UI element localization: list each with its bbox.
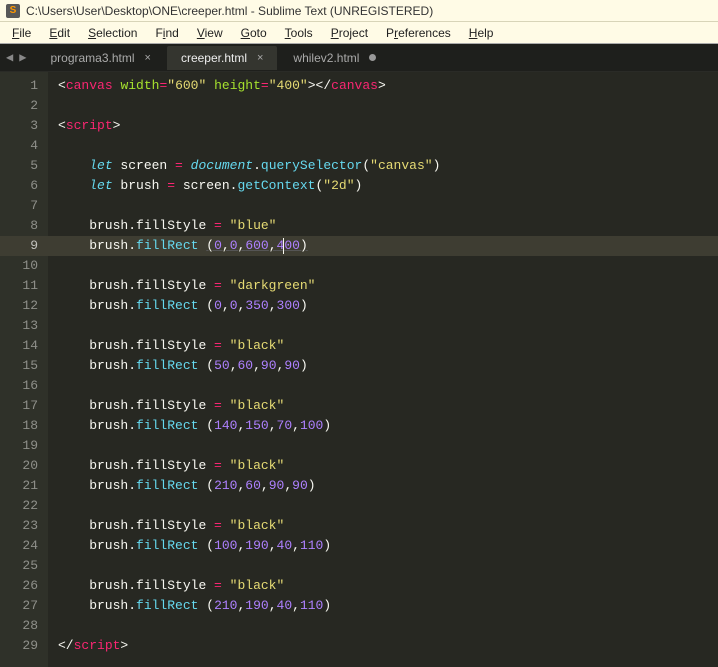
code-line[interactable] — [48, 436, 718, 456]
menu-bar: File Edit Selection Find View Goto Tools… — [0, 22, 718, 44]
window-titlebar: S C:\Users\User\Desktop\ONE\creeper.html… — [0, 0, 718, 22]
code-line[interactable]: brush.fillRect (0,0,600,400) — [48, 236, 718, 256]
menu-selection[interactable]: Selection — [80, 24, 145, 42]
code-line[interactable] — [48, 136, 718, 156]
menu-project[interactable]: Project — [323, 24, 376, 42]
code-area[interactable]: <canvas width="600" height="400"></canva… — [48, 72, 718, 667]
code-line[interactable]: brush.fillRect (210,60,90,90) — [48, 476, 718, 496]
line-number: 8 — [0, 216, 48, 236]
code-line[interactable] — [48, 316, 718, 336]
line-number: 28 — [0, 616, 48, 636]
menu-edit[interactable]: Edit — [41, 24, 78, 42]
line-number: 21 — [0, 476, 48, 496]
code-line[interactable]: brush.fillRect (0,0,350,300) — [48, 296, 718, 316]
line-number: 5 — [0, 156, 48, 176]
line-number: 1 — [0, 76, 48, 96]
line-number: 25 — [0, 556, 48, 576]
code-line[interactable] — [48, 256, 718, 276]
tab-nav: ◀ ▶ — [6, 50, 26, 65]
code-line[interactable]: brush.fillRect (50,60,90,90) — [48, 356, 718, 376]
line-number: 26 — [0, 576, 48, 596]
line-number: 23 — [0, 516, 48, 536]
tab-label: creeper.html — [181, 51, 247, 65]
close-icon[interactable]: × — [145, 52, 151, 64]
line-number: 18 — [0, 416, 48, 436]
code-line[interactable]: brush.fillStyle = "darkgreen" — [48, 276, 718, 296]
code-line[interactable]: brush.fillRect (140,150,70,100) — [48, 416, 718, 436]
code-line[interactable]: brush.fillStyle = "black" — [48, 456, 718, 476]
code-line[interactable] — [48, 556, 718, 576]
tab-bar: ◀ ▶ programa3.html × creeper.html × whil… — [0, 44, 718, 72]
menu-goto[interactable]: Goto — [233, 24, 275, 42]
code-line[interactable] — [48, 616, 718, 636]
line-number: 22 — [0, 496, 48, 516]
line-number: 24 — [0, 536, 48, 556]
line-number: 20 — [0, 456, 48, 476]
code-line[interactable]: let brush = screen.getContext("2d") — [48, 176, 718, 196]
line-number: 10 — [0, 256, 48, 276]
line-number: 27 — [0, 596, 48, 616]
code-line[interactable]: brush.fillStyle = "blue" — [48, 216, 718, 236]
line-number: 29 — [0, 636, 48, 656]
menu-view[interactable]: View — [189, 24, 231, 42]
code-line[interactable]: brush.fillStyle = "black" — [48, 336, 718, 356]
line-number: 17 — [0, 396, 48, 416]
menu-tools[interactable]: Tools — [277, 24, 321, 42]
code-line[interactable]: brush.fillStyle = "black" — [48, 576, 718, 596]
tab-programa3[interactable]: programa3.html × — [36, 46, 164, 70]
line-number: 14 — [0, 336, 48, 356]
line-number: 7 — [0, 196, 48, 216]
line-number: 15 — [0, 356, 48, 376]
code-line[interactable]: let screen = document.querySelector("can… — [48, 156, 718, 176]
tab-label: programa3.html — [50, 51, 134, 65]
gutter: 1234567891011121314151617181920212223242… — [0, 72, 48, 667]
line-number: 12 — [0, 296, 48, 316]
line-number: 6 — [0, 176, 48, 196]
line-number: 13 — [0, 316, 48, 336]
code-line[interactable] — [48, 496, 718, 516]
menu-help[interactable]: Help — [461, 24, 502, 42]
menu-preferences[interactable]: Preferences — [378, 24, 459, 42]
close-icon[interactable]: × — [257, 52, 263, 64]
code-line[interactable] — [48, 196, 718, 216]
tab-creeper[interactable]: creeper.html × — [167, 46, 277, 70]
menu-file[interactable]: File — [4, 24, 39, 42]
code-line[interactable]: brush.fillStyle = "black" — [48, 396, 718, 416]
tab-nav-right-icon[interactable]: ▶ — [19, 50, 26, 65]
code-line[interactable]: brush.fillRect (100,190,40,110) — [48, 536, 718, 556]
line-number: 2 — [0, 96, 48, 116]
tab-label: whilev2.html — [293, 51, 359, 65]
code-line[interactable]: <script> — [48, 116, 718, 136]
app-icon: S — [6, 4, 20, 18]
line-number: 16 — [0, 376, 48, 396]
tab-whilev2[interactable]: whilev2.html — [279, 46, 390, 70]
line-number: 4 — [0, 136, 48, 156]
code-line[interactable]: brush.fillRect (210,190,40,110) — [48, 596, 718, 616]
line-number: 11 — [0, 276, 48, 296]
line-number: 19 — [0, 436, 48, 456]
code-line[interactable] — [48, 376, 718, 396]
line-number: 3 — [0, 116, 48, 136]
code-line[interactable] — [48, 96, 718, 116]
code-line[interactable]: <canvas width="600" height="400"></canva… — [48, 76, 718, 96]
window-title: C:\Users\User\Desktop\ONE\creeper.html -… — [26, 4, 433, 18]
line-number: 9 — [0, 236, 48, 256]
tab-nav-left-icon[interactable]: ◀ — [6, 50, 13, 65]
code-line[interactable]: </script> — [48, 636, 718, 656]
code-line[interactable]: brush.fillStyle = "black" — [48, 516, 718, 536]
editor: 1234567891011121314151617181920212223242… — [0, 72, 718, 667]
modified-dot-icon — [369, 54, 376, 61]
menu-find[interactable]: Find — [147, 24, 186, 42]
